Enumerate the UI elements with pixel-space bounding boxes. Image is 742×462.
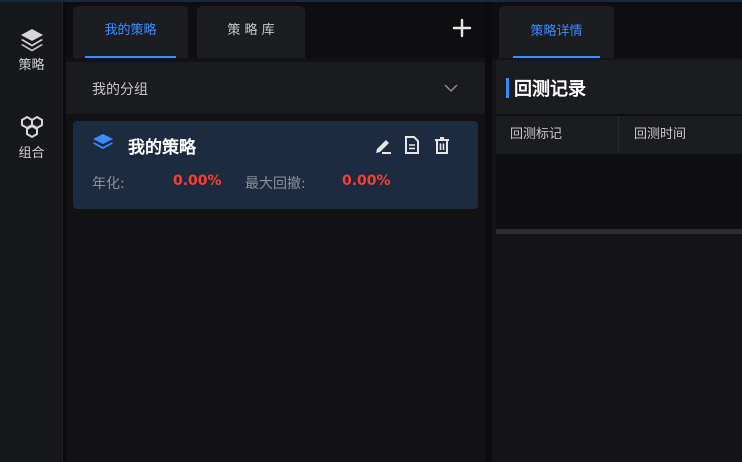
backtest-table-header: 回测标记 回测时间 [496,116,742,154]
column-header-backtest-mark[interactable]: 回测标记 [510,116,562,154]
rail-item-strategy[interactable]: 策略 [0,26,63,73]
group-title: 我的分组 [92,82,148,98]
edit-icon[interactable] [373,135,393,155]
cubes-icon [19,114,45,140]
column-header-backtest-time[interactable]: 回测时间 [634,116,686,154]
left-rail: 策略 组合 [0,2,63,462]
document-icon[interactable] [402,135,422,155]
tab-my-strategies[interactable]: 我的策略 [73,6,188,58]
strategy-card[interactable]: 我的策略 年化: 0.00% 最大回撤: 0.00% [73,121,478,209]
backtest-title-bar: 回测记录 [496,60,742,114]
plus-icon[interactable] [450,16,474,40]
backtest-title: 回测记录 [514,79,586,100]
layers-icon [19,26,45,52]
tab-strategy-details[interactable]: 策略详情 [499,6,614,58]
annual-label: 年化: [92,176,125,192]
detail-empty-area [496,240,742,462]
left-tab-bar: 我的策略 策 略 库 [66,2,485,58]
column-divider [618,116,619,154]
strategy-list-panel: 我的策略 策 略 库 我的分组 我的策略 年化: 0.00% 最大回撤: 0.0… [66,2,485,462]
group-header[interactable]: 我的分组 [66,62,485,114]
rail-item-portfolio-label: 组合 [18,146,45,161]
max-drawdown-label: 最大回撤: [245,176,306,192]
annual-value: 0.00% [173,173,222,189]
chevron-down-icon[interactable] [444,82,458,93]
rail-item-portfolio[interactable]: 组合 [0,114,63,161]
strategy-title: 我的策略 [128,138,196,158]
layers-icon [92,133,114,153]
tab-strategy-library[interactable]: 策 略 库 [197,6,305,58]
backtest-records-section: 回测记录 回测标记 回测时间 [496,60,742,234]
right-tab-bar: 策略详情 [492,2,742,58]
strategy-detail-panel: 策略详情 回测记录 回测标记 回测时间 [492,2,742,462]
delete-icon[interactable] [432,135,452,155]
rail-item-strategy-label: 策略 [18,58,45,73]
section-accent-bar [506,78,509,98]
max-drawdown-value: 0.00% [342,173,391,189]
